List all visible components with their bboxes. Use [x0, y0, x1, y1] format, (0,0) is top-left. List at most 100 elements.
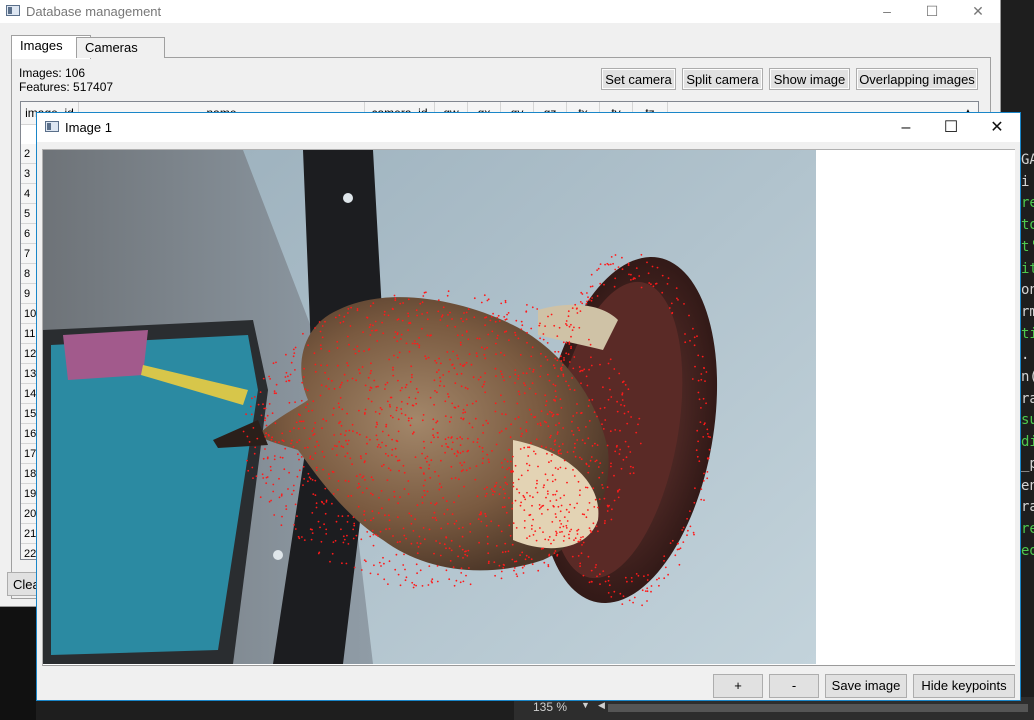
row-header[interactable]: 5: [21, 204, 37, 224]
keypoint: [351, 377, 354, 380]
keypoint: [379, 407, 382, 409]
set-camera-button[interactable]: Set camera: [601, 68, 676, 90]
keypoint: [456, 373, 458, 376]
keypoint: [510, 470, 512, 473]
keypoint: [556, 335, 559, 337]
keypoint: [386, 381, 389, 384]
keypoint: [268, 403, 271, 405]
keypoint: [584, 486, 587, 489]
row-header[interactable]: 3: [21, 164, 37, 184]
keypoint: [401, 319, 404, 322]
horizontal-scrollbar[interactable]: [608, 704, 1028, 712]
image-canvas[interactable]: [42, 149, 1015, 666]
row-header[interactable]: 7: [21, 244, 37, 264]
tab-cameras[interactable]: Cameras: [76, 37, 165, 58]
keypoint: [404, 579, 407, 582]
keypoint: [477, 378, 480, 381]
keypoint: [287, 488, 289, 490]
close-icon[interactable]: ✕: [974, 113, 1020, 142]
keypoint: [484, 391, 487, 394]
keypoint: [366, 316, 368, 319]
row-header[interactable]: 9: [21, 284, 37, 304]
zoom-dropdown-icon[interactable]: ▼: [581, 700, 590, 710]
zoom-in-button[interactable]: +: [713, 674, 763, 698]
keypoint: [396, 356, 399, 359]
save-image-button[interactable]: Save image: [825, 674, 907, 698]
keypoint: [373, 564, 375, 567]
keypoint: [345, 439, 347, 442]
row-header[interactable]: 21: [21, 524, 37, 544]
keypoint: [279, 456, 282, 459]
keypoint: [427, 356, 430, 359]
keypoint: [586, 384, 589, 387]
row-header[interactable]: 14: [21, 384, 37, 404]
keypoint: [311, 409, 314, 412]
keypoint: [359, 455, 362, 457]
keypoint: [573, 506, 576, 509]
row-header[interactable]: 11: [21, 324, 37, 344]
minimize-icon[interactable]: –: [883, 113, 929, 142]
row-header[interactable]: 10: [21, 304, 37, 324]
keypoint: [635, 431, 638, 434]
keypoint: [396, 340, 399, 342]
split-camera-button[interactable]: Split camera: [682, 68, 763, 90]
row-header[interactable]: 22: [21, 544, 37, 559]
row-header[interactable]: 8: [21, 264, 37, 284]
row-header[interactable]: 18: [21, 464, 37, 484]
keypoint: [670, 302, 673, 305]
row-header[interactable]: 17: [21, 444, 37, 464]
row-header[interactable]: 2: [21, 144, 37, 164]
row-header[interactable]: 15: [21, 404, 37, 424]
row-header[interactable]: 16: [21, 424, 37, 444]
keypoint: [371, 493, 374, 496]
keypoint: [592, 522, 595, 525]
keypoint: [303, 478, 305, 480]
row-header[interactable]: 4: [21, 184, 37, 204]
keypoint: [560, 523, 563, 525]
keypoint: [594, 498, 597, 501]
stand-knob: [273, 550, 283, 560]
keypoint: [437, 310, 440, 313]
row-header[interactable]: 12: [21, 344, 37, 364]
keypoint: [579, 538, 582, 541]
minimize-icon[interactable]: –: [864, 0, 910, 23]
keypoint: [410, 522, 413, 525]
row-header[interactable]: 13: [21, 364, 37, 384]
scroll-left-icon[interactable]: ◀: [598, 700, 605, 711]
hide-keypoints-button[interactable]: Hide keypoints: [913, 674, 1015, 698]
keypoint: [559, 355, 562, 358]
show-image-button[interactable]: Show image: [769, 68, 850, 90]
close-icon[interactable]: ✕: [955, 0, 1001, 23]
keypoint: [388, 527, 391, 530]
zoom-out-button[interactable]: -: [769, 674, 819, 698]
row-header[interactable]: 6: [21, 224, 37, 244]
keypoint: [450, 465, 453, 468]
keypoint: [343, 315, 346, 318]
keypoint: [337, 402, 340, 405]
zoom-level[interactable]: 135 %: [533, 700, 567, 714]
maximize-icon[interactable]: ☐: [928, 113, 974, 142]
keypoint: [347, 543, 350, 545]
keypoint: [456, 450, 459, 453]
keypoint: [616, 444, 618, 447]
keypoint: [475, 352, 478, 355]
stand-knob: [343, 193, 353, 203]
row-header[interactable]: 20: [21, 504, 37, 524]
maximize-icon[interactable]: ☐: [909, 0, 955, 23]
keypoint: [533, 416, 535, 419]
keypoint: [269, 465, 272, 468]
keypoint: [573, 356, 576, 358]
keypoint: [303, 367, 305, 370]
keypoint: [683, 303, 685, 305]
keypoint: [465, 550, 467, 552]
keypoint: [474, 417, 477, 420]
row-header[interactable]: 19: [21, 484, 37, 504]
keypoint: [299, 420, 301, 423]
keypoint: [344, 434, 346, 437]
keypoint: [658, 577, 660, 580]
keypoint: [285, 371, 288, 374]
keypoint: [571, 307, 574, 309]
overlapping-images-button[interactable]: Overlapping images: [856, 68, 978, 90]
keypoint: [443, 385, 445, 387]
keypoint: [360, 457, 362, 460]
